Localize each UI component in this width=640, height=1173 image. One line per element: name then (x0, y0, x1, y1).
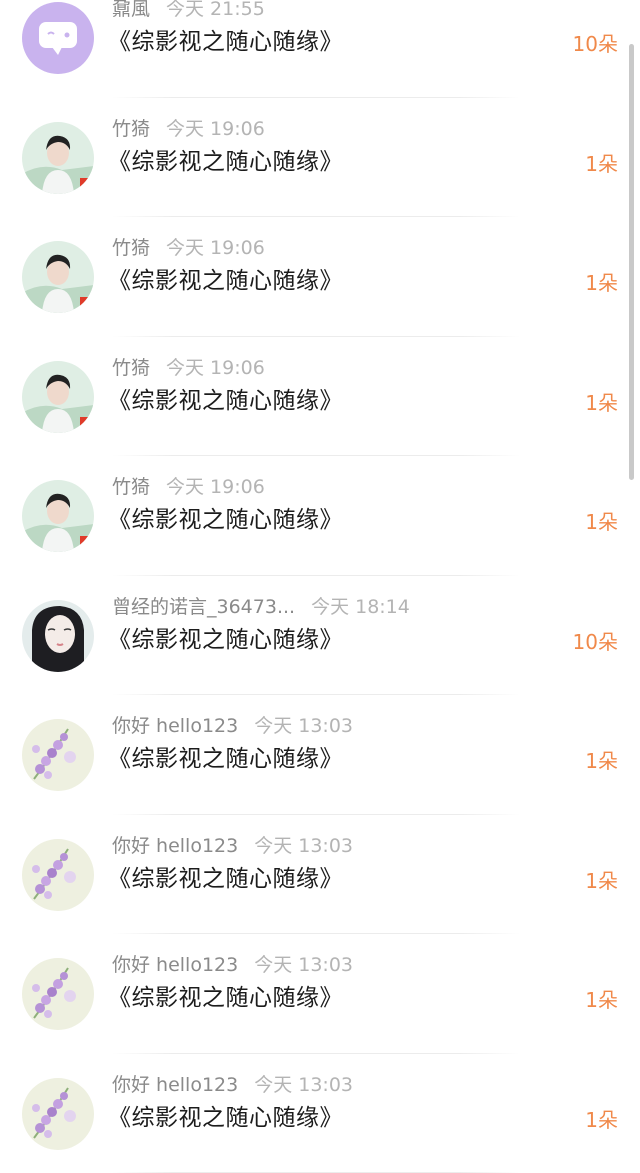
user-name[interactable]: 竹猗 (112, 476, 150, 498)
avatar[interactable] (22, 122, 94, 194)
timestamp: 今天 21:55 (166, 0, 265, 20)
man-portrait-avatar (22, 480, 94, 552)
man-portrait-avatar (22, 241, 94, 313)
item-meta: 你好 hello123 今天 13:03 (112, 831, 353, 858)
book-title[interactable]: 《综影视之随心随缘》 (108, 381, 343, 415)
lavender-flowers-avatar (22, 719, 94, 791)
book-title[interactable]: 《综影视之随心随缘》 (108, 739, 343, 773)
flower-count: 1朵 (585, 1104, 618, 1133)
user-name[interactable]: 你好 hello123 (112, 1074, 238, 1096)
list-item[interactable]: 你好 hello123 今天 13:03 《综影视之随心随缘》 1朵 (0, 815, 640, 935)
book-title[interactable]: 《综影视之随心随缘》 (108, 142, 343, 176)
user-name[interactable]: 鼐風 (112, 0, 150, 20)
man-portrait-avatar (22, 361, 94, 433)
flower-count: 1朵 (585, 387, 618, 416)
avatar[interactable] (22, 958, 94, 1030)
user-name[interactable]: 竹猗 (112, 118, 150, 140)
flower-count: 1朵 (585, 267, 618, 296)
list-item[interactable]: 鼐風今天 21:55 《综影视之随心随缘》 10朵 (0, 0, 640, 98)
item-meta: 你好 hello123 今天 13:03 (112, 711, 353, 738)
flower-count: 1朵 (585, 984, 618, 1013)
book-title[interactable]: 《综影视之随心随缘》 (108, 1098, 343, 1132)
list-item[interactable]: 你好 hello123 今天 13:03 《综影视之随心随缘》 1朵 (0, 695, 640, 815)
flower-count: 10朵 (573, 626, 618, 655)
woman-portrait-avatar (22, 600, 94, 672)
user-name[interactable]: 竹猗 (112, 357, 150, 379)
item-meta: 曾经的诺言_36473... 今天 18:14 (112, 592, 410, 619)
flower-count: 1朵 (585, 506, 618, 535)
flower-count: 1朵 (585, 865, 618, 894)
avatar[interactable] (22, 241, 94, 313)
lavender-flowers-avatar (22, 839, 94, 911)
timestamp: 今天 19:06 (166, 357, 265, 379)
avatar[interactable] (22, 480, 94, 552)
avatar[interactable] (22, 600, 94, 672)
list-item[interactable]: 你好 hello123 今天 13:03 《综影视之随心随缘》 1朵 (0, 934, 640, 1054)
book-title[interactable]: 《综影视之随心随缘》 (108, 620, 343, 654)
avatar[interactable] (22, 2, 94, 74)
flower-count: 1朵 (585, 745, 618, 774)
user-name[interactable]: 竹猗 (112, 237, 150, 259)
user-name[interactable]: 你好 hello123 (112, 954, 238, 976)
timestamp: 今天 13:03 (254, 954, 353, 976)
item-meta: 竹猗今天 19:06 (112, 114, 265, 141)
timestamp: 今天 13:03 (254, 1074, 353, 1096)
item-meta: 竹猗今天 19:06 (112, 233, 265, 260)
item-meta: 你好 hello123 今天 13:03 (112, 1070, 353, 1097)
flower-count: 10朵 (573, 28, 618, 57)
lavender-flowers-avatar (22, 958, 94, 1030)
timestamp: 今天 18:14 (311, 596, 410, 618)
list-item[interactable]: 曾经的诺言_36473... 今天 18:14 《综影视之随心随缘》 10朵 (0, 576, 640, 696)
man-portrait-avatar (22, 122, 94, 194)
user-name[interactable]: 曾经的诺言_36473... (112, 596, 295, 618)
flower-count: 1朵 (585, 148, 618, 177)
book-title[interactable]: 《综影视之随心随缘》 (108, 261, 343, 295)
list-item[interactable]: 竹猗今天 19:06 《综影视之随心随缘》 1朵 (0, 98, 640, 218)
user-name[interactable]: 你好 hello123 (112, 715, 238, 737)
item-meta: 你好 hello123 今天 13:03 (112, 950, 353, 977)
avatar[interactable] (22, 839, 94, 911)
timestamp: 今天 19:06 (166, 118, 265, 140)
scrollbar[interactable] (629, 44, 634, 480)
list-item[interactable]: 你好 hello123 今天 13:03 《综影视之随心随缘》 1朵 (0, 1054, 640, 1173)
timestamp: 今天 13:03 (254, 835, 353, 857)
lavender-flowers-avatar (22, 1078, 94, 1150)
book-title[interactable]: 《综影视之随心随缘》 (108, 22, 343, 56)
user-name[interactable]: 你好 hello123 (112, 835, 238, 857)
list-item[interactable]: 竹猗今天 19:06 《综影视之随心随缘》 1朵 (0, 456, 640, 576)
emoticon-avatar-icon (22, 2, 94, 74)
timestamp: 今天 19:06 (166, 476, 265, 498)
avatar[interactable] (22, 719, 94, 791)
timestamp: 今天 19:06 (166, 237, 265, 259)
item-meta: 竹猗今天 19:06 (112, 472, 265, 499)
book-title[interactable]: 《综影视之随心随缘》 (108, 859, 343, 893)
book-title[interactable]: 《综影视之随心随缘》 (108, 500, 343, 534)
item-meta: 竹猗今天 19:06 (112, 353, 265, 380)
list-item[interactable]: 竹猗今天 19:06 《综影视之随心随缘》 1朵 (0, 217, 640, 337)
book-title[interactable]: 《综影视之随心随缘》 (108, 978, 343, 1012)
gift-list: 鼐風今天 21:55 《综影视之随心随缘》 10朵 竹猗今天 19:06 《综影… (0, 0, 640, 1173)
list-item[interactable]: 竹猗今天 19:06 《综影视之随心随缘》 1朵 (0, 337, 640, 457)
avatar[interactable] (22, 1078, 94, 1150)
avatar[interactable] (22, 361, 94, 433)
timestamp: 今天 13:03 (254, 715, 353, 737)
item-meta: 鼐風今天 21:55 (112, 0, 265, 21)
